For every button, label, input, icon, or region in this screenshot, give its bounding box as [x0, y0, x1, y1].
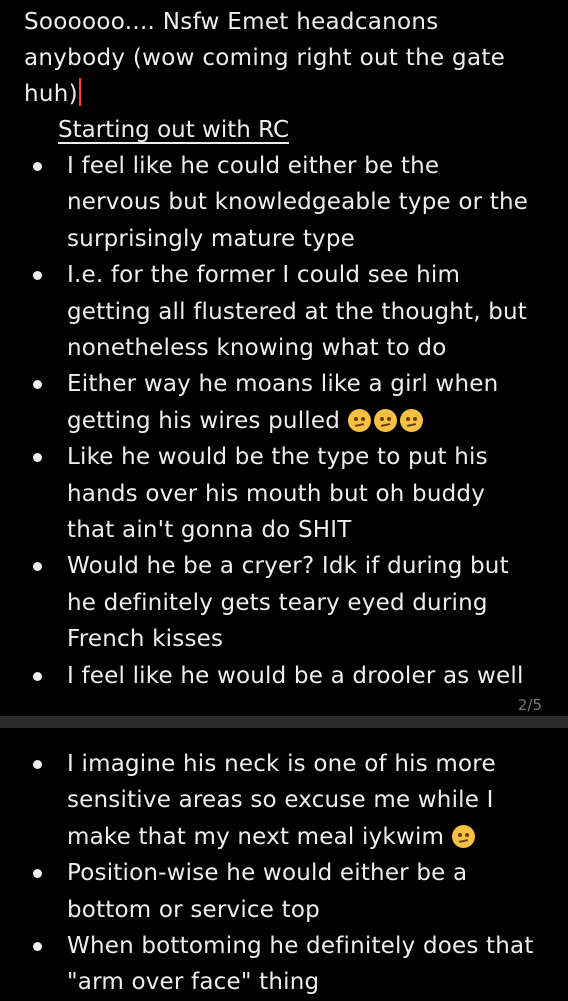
- page-indicator: 2/5: [517, 696, 542, 714]
- bullet-dot-icon: [33, 162, 42, 171]
- note-card-2: I imagine his neck is one of his more se…: [0, 728, 568, 1000]
- list-item: When bottoming he definitely does that "…: [0, 928, 568, 1001]
- bullet-dot-icon: [33, 760, 42, 769]
- bullet-dot-icon: [33, 380, 42, 390]
- list-item: Like he would be the type to put his han…: [0, 439, 568, 548]
- list-item: I imagine his neck is one of his more se…: [0, 746, 568, 855]
- bullet-text: Either way he moans like a girl when get…: [67, 371, 499, 434]
- section-heading: Starting out with RC: [58, 117, 290, 143]
- note-intro-text: Soooooo.... Nsfw Emet headcanons anybody…: [24, 9, 506, 107]
- note-divider: [0, 716, 568, 728]
- bullet-text: Position-wise he would either be a botto…: [67, 860, 468, 923]
- note-intro[interactable]: Soooooo.... Nsfw Emet headcanons anybody…: [24, 4, 544, 112]
- list-item: Either way he moans like a girl when get…: [0, 366, 568, 439]
- woozy-face-icon: [399, 408, 423, 432]
- list-item: Position-wise he would either be a botto…: [0, 855, 568, 928]
- bullet-list: I feel like he could either be the nervo…: [0, 148, 568, 694]
- bullet-list: I imagine his neck is one of his more se…: [0, 746, 568, 1001]
- list-item: Would he be a cryer? Idk if during but h…: [0, 548, 568, 657]
- bullet-dot-icon: [33, 562, 42, 572]
- bullet-dot-icon: [33, 942, 42, 952]
- list-item: I feel like he could either be the nervo…: [0, 148, 568, 257]
- woozy-face-icon: [451, 824, 475, 848]
- list-item: I.e. for the former I could see him gett…: [0, 257, 568, 366]
- bullet-text: Would he be a cryer? Idk if during but h…: [67, 553, 509, 653]
- list-item: I feel like he would be a drooler as wel…: [0, 658, 568, 694]
- bullet-text: I feel like he could either be the nervo…: [67, 153, 529, 252]
- bullet-text: I.e. for the former I could see him gett…: [67, 262, 528, 362]
- note-card-1: Soooooo.... Nsfw Emet headcanons anybody…: [0, 0, 568, 716]
- bullet-text: I imagine his neck is one of his more se…: [67, 751, 496, 850]
- bullet-dot-icon: [33, 271, 42, 281]
- bullet-text: When bottoming he definitely does that "…: [67, 933, 534, 996]
- bullet-dot-icon: [33, 869, 42, 879]
- bullet-text: Like he would be the type to put his han…: [67, 444, 488, 544]
- bullet-dot-icon: [33, 671, 42, 681]
- woozy-face-icon: [373, 408, 397, 432]
- text-cursor: [78, 78, 81, 106]
- bullet-dot-icon: [33, 453, 42, 463]
- bullet-text: I feel like he would be a drooler as wel…: [67, 662, 524, 689]
- woozy-face-icon: [347, 408, 371, 432]
